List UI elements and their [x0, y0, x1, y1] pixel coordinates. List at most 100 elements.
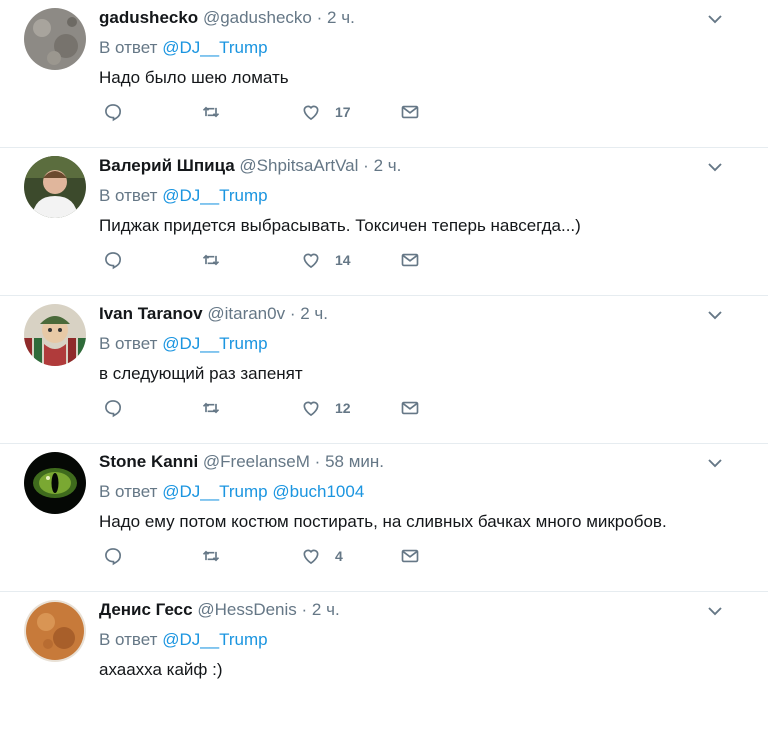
- chevron-down-icon[interactable]: [706, 306, 724, 324]
- tweet-header: Ivan Taranov @itaran0v · 2 ч.: [99, 302, 708, 326]
- tweet-header: Денис Гесс @HessDenis · 2 ч.: [99, 598, 708, 622]
- user-handle[interactable]: @FreelanseM: [203, 452, 310, 471]
- reply-to-line: В ответ @DJ__Trump: [99, 332, 708, 356]
- like-button[interactable]: 14: [301, 248, 351, 272]
- tweet-actions: 17: [103, 100, 433, 124]
- timestamp[interactable]: 2 ч.: [312, 600, 340, 619]
- mention-link[interactable]: @DJ__Trump: [162, 38, 267, 57]
- envelope-icon: [401, 549, 419, 563]
- tweet-header: Валерий Шпица @ShpitsaArtVal · 2 ч.: [99, 154, 708, 178]
- separator: ·: [289, 304, 296, 323]
- envelope-icon: [401, 401, 419, 415]
- retweet-button[interactable]: [201, 248, 221, 272]
- display-name[interactable]: Денис Гесс: [99, 600, 193, 619]
- retweet-icon: [202, 550, 220, 562]
- reply-button[interactable]: [103, 100, 123, 124]
- tweet-header: Stone Kanni @FreelanseM · 58 мин.: [99, 450, 708, 474]
- avatar[interactable]: [24, 600, 86, 662]
- reply-icon: [105, 104, 121, 122]
- reply-prefix: В ответ: [99, 334, 158, 353]
- user-handle[interactable]: @itaran0v: [207, 304, 285, 323]
- direct-message-button[interactable]: [400, 248, 420, 272]
- tweet-text: Пиджак придется выбрасывать. Токсичен те…: [99, 216, 581, 235]
- direct-message-button[interactable]: [400, 396, 420, 420]
- reply-prefix: В ответ: [99, 38, 158, 57]
- like-count: 17: [335, 104, 351, 120]
- timestamp[interactable]: 2 ч.: [374, 156, 402, 175]
- tweet-actions: 4: [103, 544, 433, 568]
- tweet[interactable]: Валерий Шпица @ShpitsaArtVal · 2 ч. В от…: [0, 148, 768, 296]
- retweet-button[interactable]: [201, 100, 221, 124]
- timestamp[interactable]: 2 ч.: [300, 304, 328, 323]
- tweet-actions: 14: [103, 248, 433, 272]
- separator: ·: [301, 600, 308, 619]
- avatar[interactable]: [24, 304, 86, 366]
- timestamp[interactable]: 58 мин.: [325, 452, 384, 471]
- tweet-actions: 12: [103, 396, 433, 420]
- like-count: 14: [335, 252, 351, 268]
- heart-icon: [303, 253, 319, 269]
- reply-to-line: В ответ @DJ__Trump: [99, 628, 708, 652]
- reply-button[interactable]: [103, 248, 123, 272]
- user-handle[interactable]: @HessDenis: [197, 600, 296, 619]
- reply-icon: [105, 400, 121, 418]
- reply-button[interactable]: [103, 544, 123, 568]
- reply-prefix: В ответ: [99, 630, 158, 649]
- separator: ·: [316, 8, 323, 27]
- tweet-text: в следующий раз запенят: [99, 364, 303, 383]
- envelope-icon: [401, 253, 419, 267]
- retweet-button[interactable]: [201, 544, 221, 568]
- envelope-icon: [401, 105, 419, 119]
- like-button[interactable]: 17: [301, 100, 351, 124]
- reply-prefix: В ответ: [99, 482, 158, 501]
- reply-prefix: В ответ: [99, 186, 158, 205]
- timestamp[interactable]: 2 ч.: [327, 8, 355, 27]
- avatar[interactable]: [24, 8, 86, 70]
- like-button[interactable]: 4: [301, 544, 343, 568]
- retweet-button[interactable]: [201, 396, 221, 420]
- heart-icon: [303, 549, 319, 565]
- tweet[interactable]: gadushecko @gadushecko · 2 ч. В ответ @D…: [0, 0, 768, 148]
- like-count: 12: [335, 400, 351, 416]
- chevron-down-icon[interactable]: [706, 454, 724, 472]
- tweet-feed: gadushecko @gadushecko · 2 ч. В ответ @D…: [0, 0, 768, 740]
- display-name[interactable]: gadushecko: [99, 8, 198, 27]
- user-handle[interactable]: @ShpitsaArtVal: [239, 156, 358, 175]
- reply-to-line: В ответ @DJ__Trump: [99, 36, 708, 60]
- mention-link[interactable]: @buch1004: [272, 482, 364, 501]
- separator: ·: [314, 452, 321, 471]
- separator: ·: [363, 156, 369, 175]
- tweet[interactable]: Денис Гесс @HessDenis · 2 ч. В ответ @DJ…: [0, 592, 768, 740]
- tweet-text: Надо было шею ломать: [99, 68, 289, 87]
- heart-icon: [303, 401, 319, 417]
- display-name[interactable]: Валерий Шпица: [99, 156, 235, 175]
- mention-link[interactable]: @DJ__Trump: [162, 186, 267, 205]
- retweet-icon: [202, 402, 220, 414]
- retweet-icon: [202, 254, 220, 266]
- chevron-down-icon[interactable]: [706, 10, 724, 28]
- tweet-header: gadushecko @gadushecko · 2 ч.: [99, 6, 708, 30]
- mention-link[interactable]: @DJ__Trump: [162, 334, 267, 353]
- reply-icon: [105, 252, 121, 270]
- direct-message-button[interactable]: [400, 544, 420, 568]
- reply-to-line: В ответ @DJ__Trump: [99, 184, 708, 208]
- tweet[interactable]: Ivan Taranov @itaran0v · 2 ч. В ответ @D…: [0, 296, 768, 444]
- reply-button[interactable]: [103, 396, 123, 420]
- direct-message-button[interactable]: [400, 100, 420, 124]
- heart-icon: [303, 105, 319, 121]
- user-handle[interactable]: @gadushecko: [203, 8, 312, 27]
- chevron-down-icon[interactable]: [706, 158, 724, 176]
- avatar[interactable]: [24, 156, 86, 218]
- like-count: 4: [335, 548, 343, 564]
- reply-icon: [105, 548, 121, 566]
- display-name[interactable]: Ivan Taranov: [99, 304, 203, 323]
- mention-link[interactable]: @DJ__Trump: [162, 630, 267, 649]
- display-name[interactable]: Stone Kanni: [99, 452, 198, 471]
- avatar[interactable]: [24, 452, 86, 514]
- reply-to-line: В ответ @DJ__Trump @buch1004: [99, 480, 708, 504]
- tweet[interactable]: Stone Kanni @FreelanseM · 58 мин. В отве…: [0, 444, 768, 592]
- like-button[interactable]: 12: [301, 396, 351, 420]
- tweet-text: ахаахха кайф :): [99, 660, 223, 679]
- mention-link[interactable]: @DJ__Trump: [162, 482, 267, 501]
- chevron-down-icon[interactable]: [706, 602, 724, 620]
